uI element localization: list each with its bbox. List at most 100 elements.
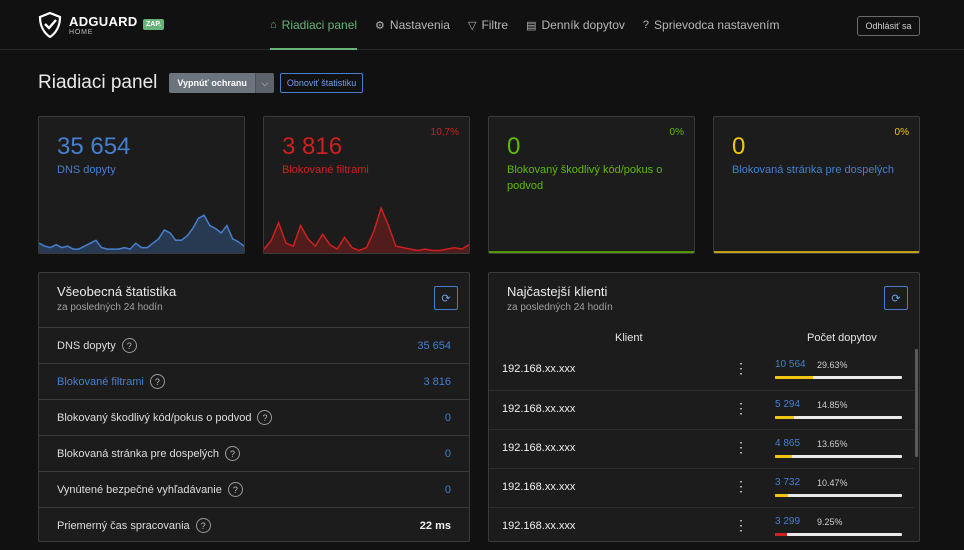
stat-label: Blokované filtrami <box>282 164 369 176</box>
progress-fill <box>775 416 794 419</box>
help-icon: ? <box>642 19 650 31</box>
sparkline-chart <box>714 251 919 253</box>
document-icon: ▤ <box>526 19 537 32</box>
help-icon[interactable]: ? <box>225 446 241 461</box>
stat-row-label[interactable]: Blokované filtrami <box>57 376 144 388</box>
more-options-icon[interactable]: ⋮ <box>734 401 748 415</box>
nav-item-filters[interactable]: ▽ Filtre <box>468 0 508 50</box>
list-item: Vynútené bezpečné vyhľadávanie? 0 <box>39 471 469 507</box>
table-header: Klient Počet dopytov <box>489 328 919 350</box>
filter-icon: ▽ <box>467 19 477 32</box>
nav-item-label: Nastavenia <box>389 18 450 32</box>
nav-item-query-log[interactable]: ▤ Denník dopytov <box>526 0 625 50</box>
top-clients-panel: Najčastejší klienti za posledných 24 hod… <box>488 272 920 542</box>
progress-bar <box>775 376 902 379</box>
stat-row-value[interactable]: 0 <box>445 448 451 460</box>
query-percent: 10.47% <box>817 478 848 488</box>
stat-card-blocked-malware[interactable]: 0 Blokovaný škodlivý kód/pokus o podvod … <box>488 116 695 254</box>
client-ip: 192.168.xx.xxx <box>502 442 576 454</box>
help-icon[interactable]: ? <box>121 338 137 353</box>
panel-title: Všeobecná štatistika <box>57 284 177 299</box>
stat-value: 0 <box>507 133 521 160</box>
brand-name: ADGUARD <box>69 13 138 29</box>
nav-item-label: Denník dopytov <box>541 18 625 32</box>
nav-item-label: Riadiaci panel <box>281 18 358 32</box>
nav-item-settings[interactable]: ⚙ Nastavenia <box>375 0 450 50</box>
progress-fill <box>775 376 813 379</box>
list-item: Blokovaný škodlivý kód/pokus o podvod? 0 <box>39 399 469 435</box>
nav-item-dashboard[interactable]: ⌂ Riadiaci panel <box>270 0 358 50</box>
stat-row-value: 22 ms <box>419 519 451 532</box>
help-icon[interactable]: ? <box>149 374 165 389</box>
progress-fill <box>775 494 789 497</box>
more-options-icon[interactable]: ⋮ <box>734 479 748 493</box>
general-statistics-panel: Všeobecná štatistika za posledných 24 ho… <box>38 272 470 542</box>
stat-row-label: DNS dopyty <box>57 339 116 352</box>
query-count[interactable]: 3 732 <box>775 477 800 488</box>
query-percent: 14.85% <box>817 400 848 410</box>
refresh-icon[interactable]: ⟳ <box>434 286 458 310</box>
clients-table-body: 192.168.xx.xxx ⋮ 10 564 29.63% 192.168.x… <box>489 351 914 541</box>
query-count[interactable]: 3 299 <box>775 516 800 527</box>
stat-percentage: 10,7% <box>430 127 459 138</box>
more-options-icon[interactable]: ⋮ <box>734 518 748 532</box>
progress-bar <box>775 494 902 497</box>
stat-row-value[interactable]: 35 654 <box>417 340 451 352</box>
shield-check-icon <box>38 12 62 38</box>
list-item: Priemerný čas spracovania? 22 ms <box>39 507 469 541</box>
table-row: 192.168.xx.xxx ⋮ 10 564 29.63% <box>489 351 914 390</box>
stat-row-value[interactable]: 0 <box>445 484 451 496</box>
protection-toggle: Vypnúť ochranu ⌵ <box>169 73 274 93</box>
more-options-icon[interactable]: ⋮ <box>734 440 748 454</box>
client-ip: 192.168.xx.xxx <box>502 363 576 375</box>
list-item: Blokovaná stránka pre dospelých? 0 <box>39 435 469 471</box>
stat-card-blocked-adult[interactable]: 0 Blokovaná stránka pre dospelých 0% <box>713 116 920 254</box>
list-item: Blokované filtrami? 3 816 <box>39 363 469 399</box>
query-percent: 29.63% <box>817 360 848 370</box>
stat-row-label: Blokovaná stránka pre dospelých <box>57 447 220 460</box>
stat-label: DNS dopyty <box>57 164 116 176</box>
column-header-count[interactable]: Počet dopytov <box>807 332 877 344</box>
stat-row-value[interactable]: 0 <box>445 412 451 424</box>
stat-row-label: Priemerný čas spracovania <box>57 519 190 532</box>
column-header-client[interactable]: Klient <box>615 332 643 344</box>
logout-button[interactable]: Odhlásiť sa <box>857 16 920 36</box>
scrollbar[interactable] <box>915 349 918 457</box>
stat-value: 35 654 <box>57 133 131 160</box>
sparkline-chart <box>489 251 694 253</box>
adguard-logo[interactable]: ADGUARD HOME <box>38 12 138 38</box>
query-count[interactable]: 4 865 <box>775 438 800 449</box>
refresh-icon[interactable]: ⟳ <box>884 286 908 310</box>
gear-icon: ⚙ <box>375 19 385 32</box>
stat-value: 0 <box>732 133 746 160</box>
nav-item-label: Filtre <box>481 18 509 32</box>
stat-card-blocked-filters[interactable]: 3 816 Blokované filtrami 10,7% <box>263 116 470 254</box>
stat-percentage: 0% <box>669 127 684 138</box>
sparkline-chart <box>39 214 244 253</box>
client-ip: 192.168.xx.xxx <box>502 481 576 493</box>
help-icon[interactable]: ? <box>257 410 273 425</box>
refresh-statistics-button[interactable]: Obnoviť štatistiku <box>279 73 364 93</box>
stat-label: Blokovaný škodlivý kód/pokus o podvod <box>507 164 663 192</box>
help-icon[interactable]: ? <box>195 518 211 533</box>
help-icon[interactable]: ? <box>227 482 243 497</box>
page-header: Riadiaci panel Vypnúť ochranu ⌵ Obnoviť … <box>38 72 364 94</box>
nav-item-setup-guide[interactable]: ? Sprievodca nastavením <box>643 0 780 50</box>
client-ip: 192.168.xx.xxx <box>502 403 576 415</box>
table-row: 192.168.xx.xxx ⋮ 3 299 9.25% <box>489 507 914 541</box>
page-title: Riadiaci panel <box>38 72 158 93</box>
client-ip: 192.168.xx.xxx <box>502 520 576 532</box>
chevron-down-icon[interactable]: ⌵ <box>254 73 274 93</box>
stat-percentage: 0% <box>894 127 909 138</box>
stat-row-label: Vynútené bezpečné vyhľadávanie <box>57 483 222 496</box>
more-options-icon[interactable]: ⋮ <box>734 361 748 375</box>
nav-item-label: Sprievodca nastavením <box>654 18 780 32</box>
progress-bar <box>775 416 902 419</box>
statistics-list: DNS dopyty? 35 654 Blokované filtrami? 3… <box>39 327 469 541</box>
stat-card-dns-queries[interactable]: 35 654 DNS dopyty <box>38 116 245 254</box>
query-count[interactable]: 5 294 <box>775 399 800 410</box>
query-count[interactable]: 10 564 <box>775 359 806 370</box>
stat-row-value[interactable]: 3 816 <box>423 376 451 388</box>
progress-bar <box>775 533 902 536</box>
disable-protection-button[interactable]: Vypnúť ochranu <box>169 73 255 93</box>
